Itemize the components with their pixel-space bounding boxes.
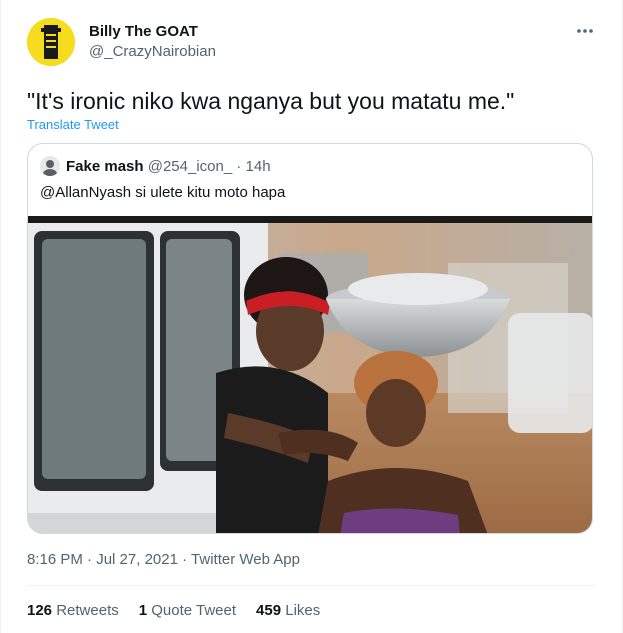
likes-label: Likes — [285, 602, 321, 619]
author-avatar[interactable] — [27, 18, 75, 66]
author-display-name[interactable]: Billy The GOAT — [89, 22, 216, 42]
author-handle[interactable]: @_CrazyNairobian — [89, 42, 216, 62]
quoted-text: @AllanNyash si ulete kitu moto hapa — [40, 184, 286, 201]
engagement-stats: 126 Retweets 1 Quote Tweet 459 Likes — [27, 602, 320, 619]
retweets-stat[interactable]: 126 Retweets — [27, 602, 119, 619]
quoted-display-name[interactable]: Fake mash — [66, 158, 144, 175]
quoted-author-avatar[interactable] — [40, 156, 60, 176]
tweet-source[interactable]: Twitter Web App — [191, 551, 300, 568]
tweet-card: Billy The GOAT @_CrazyNairobian "It's ir… — [0, 0, 623, 633]
avatar-icon — [27, 18, 75, 66]
likes-count: 459 — [256, 602, 282, 619]
retweets-label: Retweets — [56, 602, 119, 619]
divider — [27, 585, 596, 586]
tweet-date[interactable]: Jul 27, 2021 — [96, 551, 178, 568]
tweet-meta: 8:16 PM · Jul 27, 2021 · Twitter Web App — [27, 551, 300, 568]
translate-tweet-link[interactable]: Translate Tweet — [27, 117, 119, 132]
more-options-button[interactable] — [574, 20, 596, 42]
more-horizontal-icon — [577, 29, 593, 33]
retweets-count: 126 — [27, 602, 53, 619]
quotes-count: 1 — [138, 602, 148, 619]
tweet-text: "It's ironic niko kwa nganya but you mat… — [27, 88, 515, 114]
quotes-label: Quote Tweet — [151, 602, 237, 619]
photo-illustration — [28, 223, 592, 533]
tweet-time[interactable]: 8:16 PM — [27, 551, 83, 568]
quoted-separator: · — [236, 158, 242, 175]
quote-tweets-stat[interactable]: 1 Quote Tweet — [139, 602, 236, 619]
quoted-media-image[interactable] — [28, 216, 592, 533]
quoted-header: Fake mash @254_icon_ · 14h — [66, 158, 271, 176]
quoted-age[interactable]: 14h — [246, 158, 271, 175]
avatar-icon — [40, 156, 60, 176]
meta-separator: · — [87, 551, 93, 568]
meta-separator: · — [182, 551, 188, 568]
author-name-block: Billy The GOAT @_CrazyNairobian — [89, 22, 216, 62]
quoted-handle[interactable]: @254_icon_ — [148, 158, 232, 175]
likes-stat[interactable]: 459 Likes — [256, 602, 320, 619]
quoted-tweet[interactable]: Fake mash @254_icon_ · 14h @AllanNyash s… — [27, 143, 593, 534]
